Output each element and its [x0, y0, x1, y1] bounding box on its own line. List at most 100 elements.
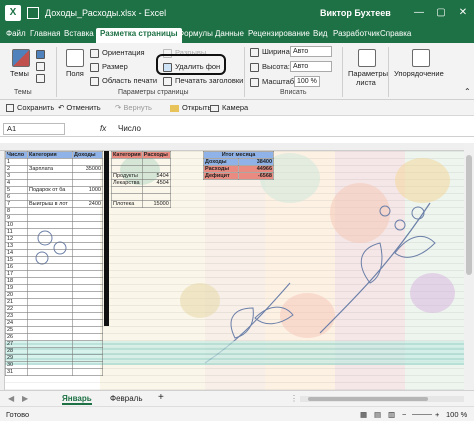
cell[interactable] — [72, 214, 103, 222]
scale-input[interactable]: 100 % — [294, 76, 320, 87]
cell[interactable]: 3 — [5, 172, 28, 180]
cell[interactable] — [27, 242, 73, 250]
scroll-thumb[interactable] — [308, 397, 428, 401]
save-qat-button[interactable]: Сохранить — [6, 103, 54, 113]
cell[interactable]: 38400 — [238, 158, 274, 166]
arrange-button[interactable]: Упорядочение — [394, 69, 444, 78]
print-area-button[interactable]: Область печати — [90, 76, 157, 86]
vertical-scrollbar[interactable] — [464, 143, 474, 390]
cell[interactable]: Выигрыш в лот — [27, 200, 73, 208]
tab-file[interactable]: Файл — [6, 29, 26, 38]
cell[interactable] — [72, 221, 103, 229]
camera-button[interactable]: Камера — [210, 103, 248, 112]
cell[interactable]: 25 — [5, 326, 28, 334]
income-header-amount[interactable]: Доходы — [72, 151, 103, 159]
sheet-options-button[interactable]: Параметры — [348, 69, 388, 78]
tab-data[interactable]: Данные — [215, 29, 244, 38]
cell[interactable] — [72, 207, 103, 215]
horizontal-scrollbar[interactable] — [300, 396, 464, 402]
cell[interactable] — [27, 298, 73, 306]
cell[interactable] — [72, 270, 103, 278]
cell[interactable]: 24 — [5, 319, 28, 327]
cell[interactable]: Продукты — [111, 172, 143, 180]
cell[interactable]: 9 — [5, 214, 28, 222]
cell[interactable]: Зарплата — [27, 165, 73, 173]
redo-button[interactable]: ↷ Вернуть — [115, 103, 152, 112]
cell[interactable] — [72, 277, 103, 285]
effects-button[interactable] — [36, 73, 48, 83]
tab-page-layout[interactable]: Разметка страницы — [96, 28, 182, 43]
cell[interactable]: 10 — [5, 221, 28, 229]
formula-input[interactable]: Число — [118, 124, 141, 133]
next-sheet-icon[interactable]: ▶ — [22, 394, 28, 403]
print-titles-button[interactable]: Печатать заголовки — [163, 76, 243, 86]
cell[interactable] — [27, 158, 73, 166]
cell[interactable]: Плотека — [111, 200, 143, 208]
cell[interactable] — [111, 193, 143, 201]
height-select[interactable]: Авто — [290, 61, 332, 72]
cell[interactable] — [27, 319, 73, 327]
cell[interactable]: 4 — [5, 179, 28, 187]
cell[interactable]: 7 — [5, 200, 28, 208]
cell[interactable] — [72, 347, 103, 355]
cell[interactable] — [72, 305, 103, 313]
tab-home[interactable]: Главная — [30, 29, 60, 38]
cell[interactable]: 17 — [5, 270, 28, 278]
cell[interactable] — [141, 158, 171, 166]
cell[interactable] — [72, 340, 103, 348]
cell[interactable]: 4504 — [141, 179, 171, 187]
cell[interactable]: 27 — [5, 340, 28, 348]
cell[interactable]: 5 — [5, 186, 28, 194]
fx-icon[interactable]: fx — [100, 124, 106, 133]
cell[interactable]: 1000 — [72, 186, 103, 194]
cell[interactable] — [27, 228, 73, 236]
cell[interactable] — [27, 340, 73, 348]
cell[interactable]: 15 — [5, 256, 28, 264]
cell[interactable] — [72, 235, 103, 243]
user-name[interactable]: Виктор Бухтеев — [320, 8, 391, 18]
column-headers[interactable] — [0, 143, 464, 151]
minimize-button[interactable]: — — [410, 4, 428, 22]
cell[interactable] — [141, 186, 171, 194]
zoom-in-icon[interactable]: + — [435, 410, 439, 419]
cell[interactable] — [141, 193, 171, 201]
expense-header-category[interactable]: Категория — [111, 151, 143, 159]
cell[interactable]: 2 — [5, 165, 28, 173]
name-box[interactable]: A1 — [3, 123, 65, 135]
cell[interactable] — [72, 172, 103, 180]
cell[interactable]: 19 — [5, 284, 28, 292]
cell[interactable]: Лекарства — [111, 179, 143, 187]
tab-view[interactable]: Вид — [313, 29, 327, 38]
cell[interactable]: 21 — [5, 298, 28, 306]
cell[interactable] — [27, 361, 73, 369]
zoom-out-icon[interactable]: − — [402, 410, 406, 419]
cell[interactable]: 15000 — [141, 200, 171, 208]
cell[interactable] — [72, 228, 103, 236]
cell[interactable]: Подарок от ба — [27, 186, 73, 194]
cell[interactable] — [27, 263, 73, 271]
cell[interactable]: 14 — [5, 249, 28, 257]
cell[interactable]: 29 — [5, 354, 28, 362]
cell[interactable] — [27, 207, 73, 215]
income-header-category[interactable]: Категория — [27, 151, 73, 159]
undo-button[interactable]: ↶ Отменить — [58, 103, 101, 112]
zoom-slider[interactable] — [412, 414, 432, 415]
cell[interactable] — [27, 172, 73, 180]
income-header-number[interactable]: Число — [5, 151, 28, 159]
cell[interactable] — [27, 368, 73, 376]
themes-button[interactable]: Темы — [10, 69, 29, 78]
view-page-layout-icon[interactable]: ▤ — [374, 410, 381, 419]
add-sheet-button[interactable]: + — [158, 392, 164, 403]
expense-header-amount[interactable]: Расходы — [141, 151, 171, 159]
cell[interactable]: Доходы — [203, 158, 239, 166]
cell[interactable] — [111, 158, 143, 166]
cell[interactable]: 16 — [5, 263, 28, 271]
cell[interactable]: 44966 — [238, 165, 274, 173]
tab-review[interactable]: Рецензирование — [248, 29, 310, 38]
prev-sheet-icon[interactable]: ◀ — [8, 394, 14, 403]
cell[interactable] — [72, 284, 103, 292]
cell[interactable] — [72, 256, 103, 264]
cell[interactable]: 2400 — [72, 200, 103, 208]
scroll-thumb[interactable] — [466, 155, 472, 275]
cell[interactable]: 13 — [5, 242, 28, 250]
